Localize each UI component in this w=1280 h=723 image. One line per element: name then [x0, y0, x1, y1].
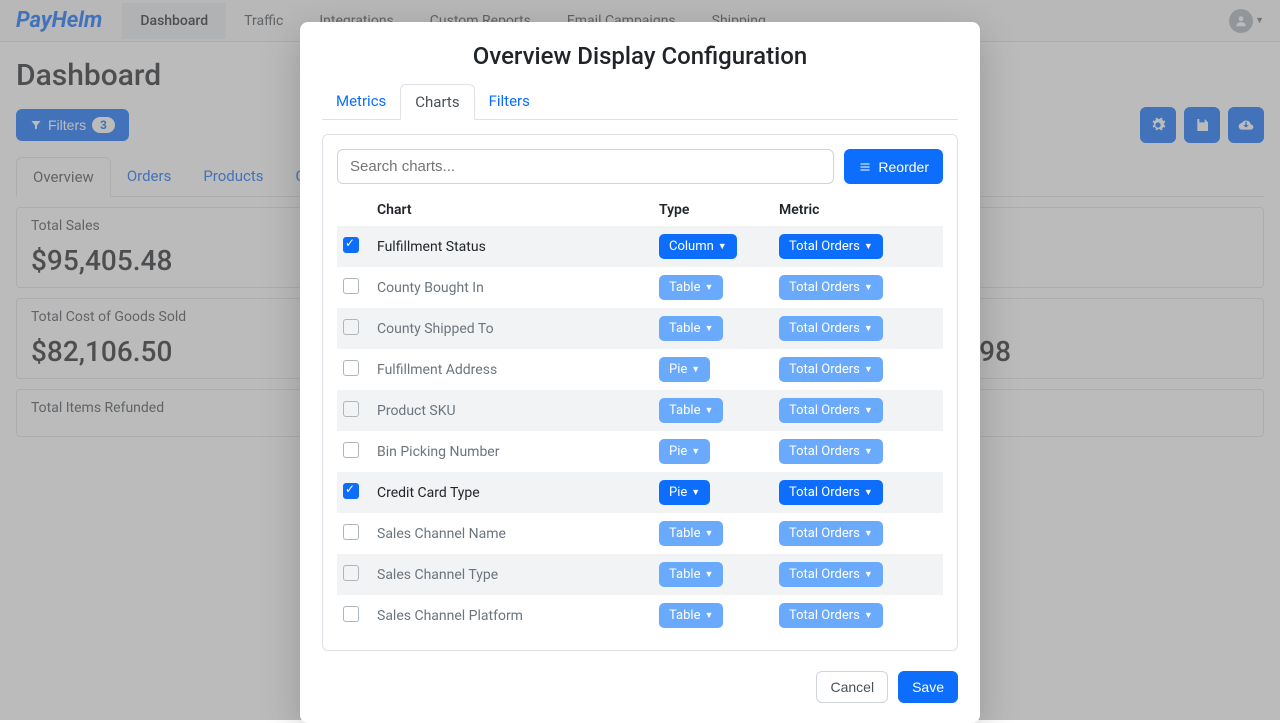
modal-tab-filters[interactable]: Filters — [475, 84, 544, 119]
modal-title: Overview Display Configuration — [322, 42, 958, 70]
metric-dropdown[interactable]: Total Orders ▼ — [779, 275, 883, 300]
type-dropdown[interactable]: Table ▼ — [659, 398, 723, 423]
metric-dropdown[interactable]: Total Orders ▼ — [779, 603, 883, 628]
metric-dropdown[interactable]: Total Orders ▼ — [779, 398, 883, 423]
type-dropdown[interactable]: Table ▼ — [659, 521, 723, 546]
chart-name: Credit Card Type — [371, 472, 653, 513]
chart-name: Sales Channel Name — [371, 513, 653, 554]
config-modal: Overview Display Configuration MetricsCh… — [300, 22, 980, 723]
search-charts-input[interactable] — [337, 149, 834, 184]
metric-dropdown[interactable]: Total Orders ▼ — [779, 357, 883, 382]
type-dropdown[interactable]: Table ▼ — [659, 603, 723, 628]
type-dropdown[interactable]: Table ▼ — [659, 316, 723, 341]
chart-checkbox[interactable] — [343, 606, 359, 622]
chart-name: Fulfillment Status — [371, 226, 653, 267]
modal-tabs: MetricsChartsFilters — [322, 84, 958, 120]
chart-row: County Bought InTable ▼ Total Orders ▼ — [337, 267, 943, 308]
chart-row: Sales Channel PlatformTable ▼ Total Order… — [337, 595, 943, 636]
col-metric: Metric — [773, 194, 943, 226]
chart-row: Sales Channel TypeTable ▼ Total Orders ▼ — [337, 554, 943, 595]
cancel-button[interactable]: Cancel — [816, 671, 888, 703]
metric-dropdown[interactable]: Total Orders ▼ — [779, 562, 883, 587]
modal-tab-metrics[interactable]: Metrics — [322, 84, 400, 119]
chart-row: Sales Channel NameTable ▼ Total Orders ▼ — [337, 513, 943, 554]
metric-dropdown[interactable]: Total Orders ▼ — [779, 480, 883, 505]
reorder-icon — [858, 161, 872, 173]
type-dropdown[interactable]: Table ▼ — [659, 275, 723, 300]
metric-dropdown[interactable]: Total Orders ▼ — [779, 439, 883, 464]
chart-checkbox[interactable] — [343, 565, 359, 581]
type-dropdown[interactable]: Column ▼ — [659, 234, 737, 259]
chart-checkbox[interactable] — [343, 237, 359, 253]
chart-row: Fulfillment StatusColumn ▼ Total Orders ▼ — [337, 226, 943, 267]
type-dropdown[interactable]: Pie ▼ — [659, 357, 710, 382]
metric-dropdown[interactable]: Total Orders ▼ — [779, 521, 883, 546]
chart-checkbox[interactable] — [343, 360, 359, 376]
col-chart: Chart — [371, 194, 653, 226]
chart-row: Product SKUTable ▼ Total Orders ▼ — [337, 390, 943, 431]
chart-name: Fulfillment Address — [371, 349, 653, 390]
chart-name: County Bought In — [371, 267, 653, 308]
chart-row: Fulfillment AddressPie ▼ Total Orders ▼ — [337, 349, 943, 390]
chart-checkbox[interactable] — [343, 278, 359, 294]
chart-row: Bin Picking NumberPie ▼ Total Orders ▼ — [337, 431, 943, 472]
chart-row: Credit Card TypePie ▼ Total Orders ▼ — [337, 472, 943, 513]
chart-checkbox[interactable] — [343, 401, 359, 417]
type-dropdown[interactable]: Table ▼ — [659, 562, 723, 587]
metric-dropdown[interactable]: Total Orders ▼ — [779, 234, 883, 259]
col-type: Type — [653, 194, 773, 226]
chart-checkbox[interactable] — [343, 442, 359, 458]
metric-dropdown[interactable]: Total Orders ▼ — [779, 316, 883, 341]
chart-name: Sales Channel Type — [371, 554, 653, 595]
chart-name: Bin Picking Number — [371, 431, 653, 472]
chart-row: County Shipped ToTable ▼ Total Orders ▼ — [337, 308, 943, 349]
type-dropdown[interactable]: Pie ▼ — [659, 439, 710, 464]
save-button[interactable]: Save — [898, 671, 958, 703]
chart-checkbox[interactable] — [343, 524, 359, 540]
chart-name: County Shipped To — [371, 308, 653, 349]
modal-tab-charts[interactable]: Charts — [400, 84, 474, 120]
type-dropdown[interactable]: Pie ▼ — [659, 480, 710, 505]
chart-name: Product SKU — [371, 390, 653, 431]
chart-name: Sales Channel Platform — [371, 595, 653, 636]
chart-checkbox[interactable] — [343, 319, 359, 335]
reorder-button[interactable]: Reorder — [844, 149, 943, 184]
chart-checkbox[interactable] — [343, 483, 359, 499]
